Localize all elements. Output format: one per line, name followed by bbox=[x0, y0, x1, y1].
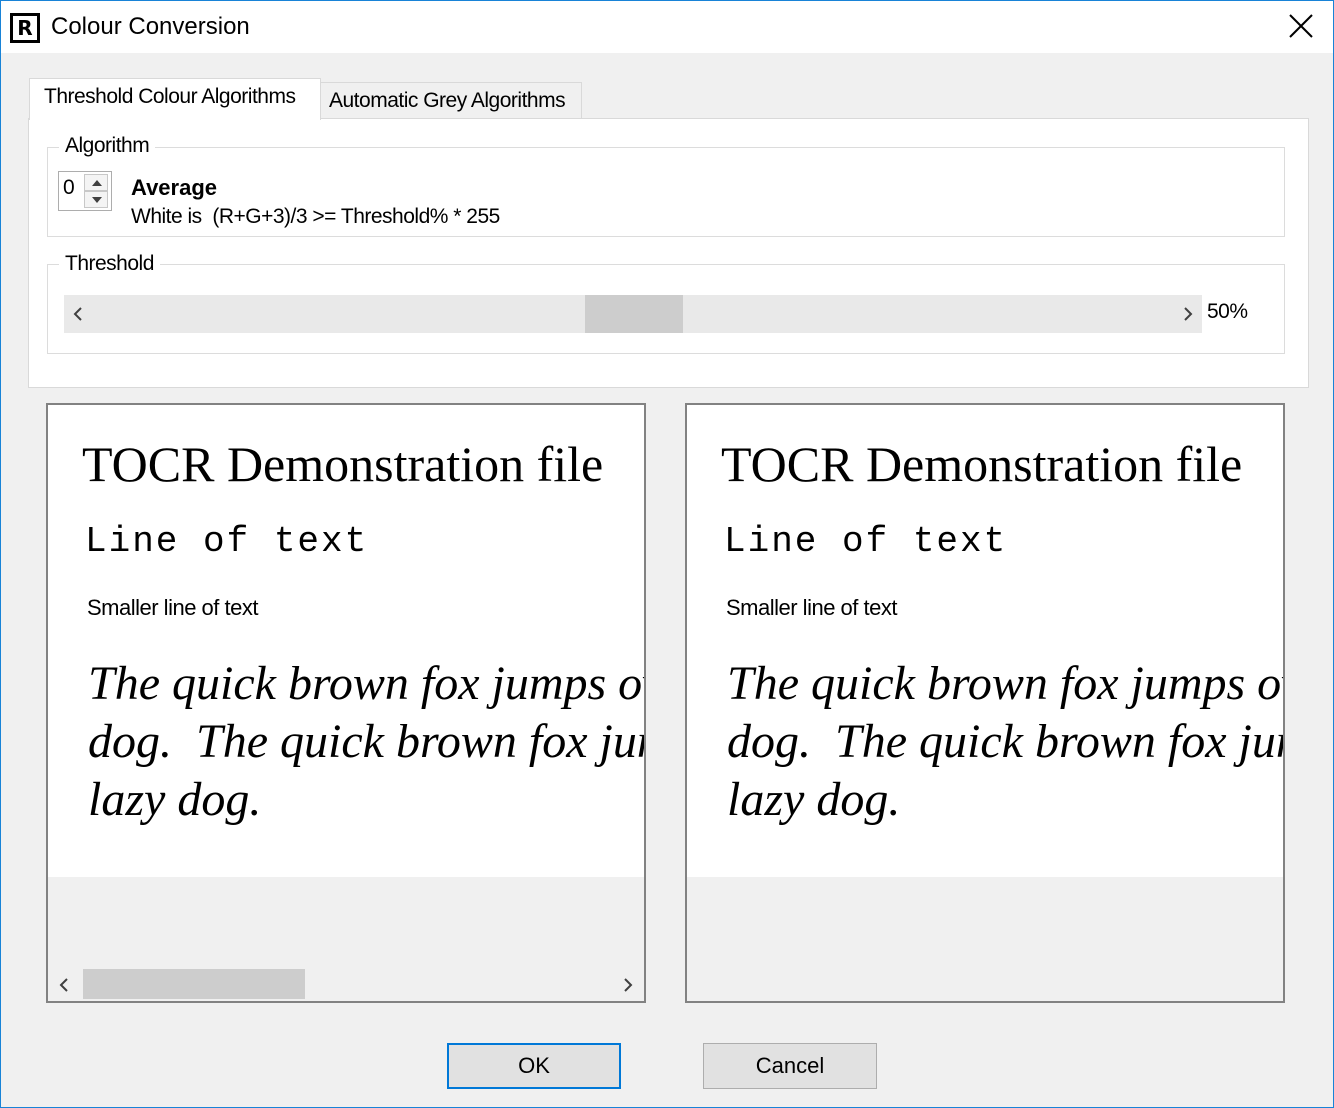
preview-mono-text: Line of text bbox=[85, 521, 369, 562]
close-button[interactable] bbox=[1269, 1, 1333, 53]
chevron-right-icon[interactable] bbox=[1182, 306, 1194, 322]
threshold-slider[interactable] bbox=[64, 295, 1202, 333]
preview-small-text: Smaller line of text bbox=[726, 595, 897, 620]
tab-automatic-grey-algorithms[interactable]: Automatic Grey Algorithms bbox=[320, 82, 582, 118]
algorithm-formula: White is (R+G+3)/3 >= Threshold% * 255 bbox=[131, 205, 500, 228]
threshold-slider-thumb[interactable] bbox=[585, 295, 683, 333]
ok-button[interactable]: OK bbox=[447, 1043, 621, 1089]
preview-mono-text: Line of text bbox=[724, 521, 1008, 562]
threshold-group-label: Threshold bbox=[59, 252, 160, 276]
title-bar[interactable]: R Colour Conversion bbox=[1, 1, 1333, 53]
preview-small-text: Smaller line of text bbox=[87, 595, 258, 620]
spin-down-button[interactable] bbox=[84, 191, 108, 208]
algorithm-spinner-value[interactable]: 0 bbox=[63, 176, 75, 200]
app-icon: R bbox=[10, 13, 40, 43]
chevron-left-icon[interactable] bbox=[72, 306, 84, 322]
triangle-up-icon bbox=[92, 180, 102, 186]
preview-original-page: TOCR Demonstration file Line of text Sma… bbox=[48, 405, 644, 877]
triangle-down-icon bbox=[92, 197, 102, 203]
cancel-button[interactable]: Cancel bbox=[703, 1043, 877, 1089]
preview-italic-text: The quick brown fox jumps over the lazy … bbox=[88, 657, 644, 826]
preview-horizontal-scrollbar[interactable] bbox=[48, 967, 644, 1001]
preview-italic-text: The quick brown fox jumps over the lazy … bbox=[727, 657, 1283, 826]
chevron-left-icon[interactable] bbox=[58, 977, 70, 993]
preview-title-text: TOCR Demonstration file bbox=[721, 436, 1243, 492]
colour-conversion-dialog: R Colour Conversion Threshold Colour Alg… bbox=[0, 0, 1334, 1108]
threshold-value-label: 50% bbox=[1207, 300, 1248, 323]
preview-original[interactable]: TOCR Demonstration file Line of text Sma… bbox=[46, 403, 646, 1003]
algorithm-group-label: Algorithm bbox=[59, 134, 156, 158]
preview-scrollbar-thumb[interactable] bbox=[83, 969, 305, 999]
spin-up-button[interactable] bbox=[84, 174, 108, 191]
close-icon bbox=[1289, 14, 1313, 38]
tab-threshold-colour-algorithms[interactable]: Threshold Colour Algorithms bbox=[29, 78, 321, 120]
algorithm-spinner[interactable]: 0 bbox=[58, 171, 112, 211]
preview-title-text: TOCR Demonstration file bbox=[82, 436, 604, 492]
preview-converted-page: TOCR Demonstration file Line of text Sma… bbox=[687, 405, 1283, 877]
preview-converted[interactable]: TOCR Demonstration file Line of text Sma… bbox=[685, 403, 1285, 1003]
window-title: Colour Conversion bbox=[51, 13, 250, 40]
chevron-right-icon[interactable] bbox=[622, 977, 634, 993]
algorithm-name: Average bbox=[131, 175, 218, 200]
